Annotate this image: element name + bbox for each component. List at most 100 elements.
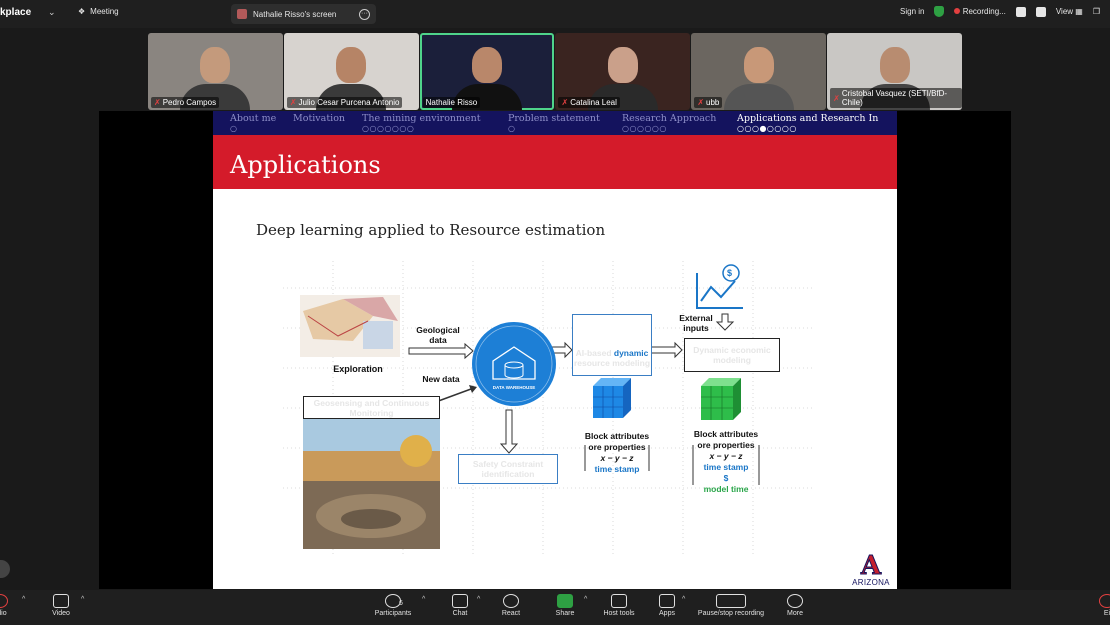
xyz-label: x − y − z [709, 451, 743, 461]
participants-caret-icon[interactable]: ^ [422, 596, 425, 603]
exploration-map-image [300, 295, 400, 357]
more-button[interactable]: More [765, 594, 825, 617]
participant-face [472, 47, 503, 83]
mic-muted-icon: ✗ [697, 98, 705, 107]
ai-resource-modeling-text: AI-based dynamic resource modeling [574, 348, 650, 368]
react-label: React [501, 610, 521, 617]
data-warehouse-label: DATA WAREHOUSE [492, 385, 536, 390]
participant-tile[interactable]: ✗ ubb [691, 33, 827, 110]
data-warehouse-icon [472, 322, 556, 406]
mic-muted-icon [0, 594, 8, 608]
window-restore-icon[interactable]: ❐ [1093, 7, 1100, 16]
view-label: View [1055, 7, 1074, 16]
ai-suffix: resource modeling [573, 358, 651, 368]
participant-face [336, 47, 367, 83]
chevron-down-icon[interactable]: ⌄ [48, 7, 56, 18]
dollar-label: $ [723, 473, 729, 483]
participants-button[interactable]: 6 Participants [363, 594, 423, 617]
participant-tile[interactable]: ✗ Pedro Campos [148, 33, 283, 110]
block-attributes-label: Block attributes [693, 429, 759, 439]
ai-resource-modeling-box: AI-based dynamic resource modeling [572, 314, 652, 376]
participant-name-tag: Nathalie Risso [422, 97, 481, 108]
apps-caret-icon[interactable]: ^ [682, 596, 685, 603]
ore-properties-label: ore properties [588, 442, 646, 452]
nav-section-dots: ○○○○○○○ [362, 124, 415, 133]
new-data-label: New data [422, 374, 460, 384]
more-icon[interactable]: ··· [359, 8, 370, 20]
sign-in-link[interactable]: Sign in [900, 7, 924, 16]
mic-muted-icon: ✗ [289, 98, 297, 107]
share-label: Share [555, 610, 575, 617]
audio-label: udio [0, 610, 7, 617]
safety-constraint-box: Safety Constraint identification [458, 454, 558, 484]
nav-section-current: Applications and Research In ○○○●○○○○ [737, 113, 878, 133]
meeting-menu[interactable]: ❖ Meeting [78, 7, 119, 16]
pause-icon[interactable] [1015, 6, 1026, 17]
time-stamp-label: time stamp [703, 462, 749, 472]
recording-indicator[interactable]: Recording... [954, 7, 1006, 16]
participant-tile[interactable]: ✗ Julio Cesar Purcena Antonio [283, 33, 419, 110]
external-inputs-label: External inputs [679, 313, 713, 333]
video-caret-icon[interactable]: ^ [81, 596, 84, 603]
nav-section: Research Approach ○○○○○○ [622, 113, 716, 133]
participant-name: Catalina Leal [570, 98, 617, 107]
top-right-controls: Sign in Recording... View ▦ ❐ [900, 6, 1100, 17]
nav-section-label: Research Approach [622, 113, 717, 124]
audio-caret-icon[interactable]: ^ [22, 596, 25, 603]
nav-section-label: About me [230, 113, 277, 124]
participant-name: Nathalie Risso [425, 98, 478, 107]
end-label: Ei [1103, 610, 1110, 617]
participant-tile[interactable]: ✗ Cristobal Vasquez (SETI/BfD-Chile) [827, 33, 962, 110]
slide-subtitle: Deep learning applied to Resource estima… [256, 221, 606, 239]
participant-name: Pedro Campos [162, 98, 217, 107]
pause-stop-label: Pause/stop recording [697, 610, 765, 617]
chat-label: Chat [452, 610, 468, 617]
audio-button[interactable]: udio [0, 594, 20, 617]
stop-icon[interactable] [1035, 6, 1046, 17]
participant-body [723, 84, 794, 110]
participant-name-tag: ✗ Julio Cesar Purcena Antonio [286, 97, 403, 108]
exploration-label: Exploration [333, 364, 383, 374]
chat-bubble-icon [452, 594, 468, 608]
mic-muted-icon: ✗ [154, 98, 161, 107]
geosensing-image [303, 419, 440, 549]
participant-name-tag: ✗ Cristobal Vasquez (SETI/BfD-Chile) [830, 88, 962, 108]
video-label: Video [52, 610, 70, 617]
participant-name-tag: ✗ Catalina Leal [558, 97, 620, 108]
participant-name: Julio Cesar Purcena Antonio [298, 98, 400, 107]
participant-face [879, 47, 910, 83]
record-dot-icon [954, 8, 961, 14]
side-panel-handle[interactable] [0, 560, 10, 578]
participant-name-tag: ✗ ubb [694, 97, 723, 108]
view-button[interactable]: View ▦ [1056, 7, 1083, 16]
nav-section: About me ○ [230, 113, 276, 133]
workflow-diagram: $ Geological data Exploration New data G… [283, 261, 813, 556]
share-caret-icon[interactable]: ^ [584, 596, 587, 603]
participant-tile-active-speaker[interactable]: Nathalie Risso [419, 33, 555, 110]
screen-share-tab[interactable]: Nathalie Risso's screen ··· [231, 4, 376, 24]
blue-block-cube-icon [593, 378, 631, 418]
tab-title: Nathalie Risso's screen [253, 9, 337, 19]
video-camera-icon [53, 594, 69, 608]
dynamic-economic-modeling-box: Dynamic economic modeling [684, 338, 780, 372]
ai-prefix: AI-based [575, 348, 612, 358]
apps-button[interactable]: Apps [637, 594, 697, 617]
chat-caret-icon[interactable]: ^ [477, 596, 480, 603]
heart-icon [503, 594, 519, 608]
participant-face [607, 47, 638, 83]
slide-title: Applications [230, 151, 381, 179]
react-button[interactable]: React [481, 594, 541, 617]
meeting-toolbar: udio ^ Video ^ 6 Participants ^ Chat ^ R… [0, 590, 1110, 625]
end-button[interactable]: Ei [1092, 594, 1110, 617]
ai-dynamic: dynamic [613, 348, 649, 358]
green-block-cube-icon [701, 378, 741, 420]
participant-tile[interactable]: ✗ Catalina Leal [555, 33, 691, 110]
pause-stop-recording-button[interactable]: Pause/stop recording [690, 594, 772, 617]
shield-icon[interactable] [934, 6, 945, 17]
chart-dollar-icon [696, 264, 743, 309]
participant-gallery: ✗ Pedro Campos ✗ Julio Cesar Purcena Anton… [148, 33, 962, 110]
more-dots-icon [787, 594, 803, 608]
mic-muted-icon: ✗ [833, 93, 840, 103]
xyz-label: x − y − z [600, 453, 634, 463]
dollar-sign: $ [727, 268, 733, 278]
